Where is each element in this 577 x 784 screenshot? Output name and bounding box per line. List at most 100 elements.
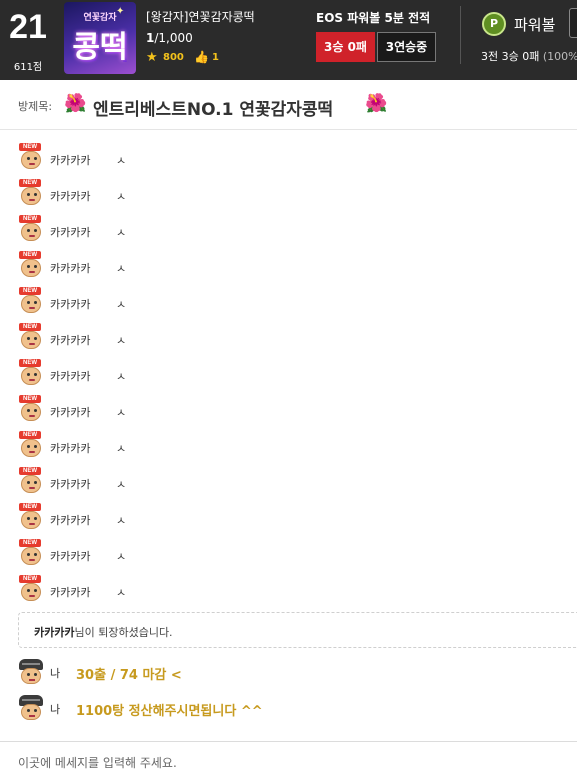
new-badge: NEW [19,431,41,439]
sparkle-icon: ✦ [116,6,125,17]
user-nick[interactable]: 카카카카 [50,188,90,204]
user-avatar[interactable]: NEW [18,539,44,566]
new-badge: NEW [19,539,41,547]
rank-number: 21 [9,8,47,46]
user-avatar[interactable]: NEW [18,287,44,314]
powerball-rate: (100% [542,50,577,63]
user-nick[interactable]: 카카카카 [50,332,90,348]
user-avatar[interactable]: NEW [18,179,44,206]
exit-notice-text: 카카카카님이 퇴장하셨습니다. [34,624,173,640]
user-avatar[interactable]: NEW [18,251,44,278]
new-badge: NEW [19,503,41,511]
new-badge: NEW [19,287,41,295]
user-avatar[interactable]: NEW [18,143,44,170]
exit-nick: 카카카카 [34,626,75,639]
message-text: ㅅ [116,550,127,563]
message-text: ㅅ [116,154,127,167]
my-message-text: 30출 / 74 마감 < [76,668,182,683]
powerball-icon: P [482,12,506,36]
chat-message: NEW 카카카카 ㅅ [18,179,577,216]
powerball-label: 파워볼 [514,16,556,34]
message-text: ㅅ [116,406,127,419]
my-chat-message: 나 30출 / 74 마감 < [18,659,577,689]
chat-message: NEW 카카카카 ㅅ [18,503,577,540]
thumbnail-main-text: 콩떡 [72,31,128,64]
user-nick[interactable]: 카카카카 [50,476,90,492]
user-avatar[interactable]: NEW [18,215,44,242]
exit-notice: 카카카카님이 퇴장하셨습니다. [18,612,577,648]
flower-icon: 🌺 [365,93,388,114]
room-header: 21 611점 연꽃감자 콩떡 ✦ [왕감자]연꽃감자콩떡 1/1,000 ★ … [0,0,577,80]
rank-points: 611점 [13,62,43,73]
user-avatar[interactable]: NEW [18,359,44,386]
message-text: ㅅ [116,586,127,599]
new-badge: NEW [19,575,41,583]
chat-message: NEW 카카카카 ㅅ [18,323,577,360]
message-text: ㅅ [116,442,127,455]
new-badge: NEW [19,467,41,475]
chat-message-partial [18,130,577,136]
exit-suffix: 님이 퇴장하셨습니다. [74,626,173,639]
chat-message: NEW 카카카카 ㅅ [18,575,577,610]
user-nick[interactable]: 카카카카 [50,260,90,276]
new-badge: NEW [19,395,41,403]
win-streak-badge: 3연승중 [377,32,436,62]
user-nick[interactable]: 카카카카 [50,368,90,384]
powerball-record: 3전 3승 0패 (100% [481,48,577,64]
powerball-record-text: 3전 3승 0패 [481,50,540,63]
new-badge: NEW [19,323,41,331]
star-count: 800 [163,52,184,63]
message-text: ㅅ [116,334,127,347]
user-nick[interactable]: 카카카카 [50,152,90,168]
powerball-select[interactable] [569,8,577,38]
chat-list[interactable]: NEW 카카카카 ㅅ NEW 카카카카 ㅅ NEW 카카카카 ㅅ NEW 카카카카 ㅅ NEW 카카카카 ㅅ… [0,130,577,610]
chat-message: NEW 카카카카 ㅅ [18,251,577,288]
my-avatar[interactable] [18,659,44,685]
user-nick[interactable]: 카카카카 [50,548,90,564]
chat-message: NEW 카카카카 ㅅ [18,467,577,504]
stat-title: EOS 파워볼 5분 전적 [316,11,431,25]
room-name: [왕감자]연꽃감자콩떡 [146,10,255,24]
new-badge: NEW [19,179,41,187]
my-message-text: 1100탕 정산해주시면됩니다 ^^ [76,704,263,719]
participants-max: /1,000 [154,31,193,45]
thumbs-up-icon: 👍 [194,50,209,64]
user-avatar[interactable]: NEW [18,323,44,350]
new-badge: NEW [19,251,41,259]
chat-input[interactable] [0,742,577,784]
new-badge: NEW [19,143,41,151]
user-nick[interactable]: 카카카카 [50,512,90,528]
user-avatar[interactable]: NEW [18,431,44,458]
user-nick[interactable]: 카카카카 [50,296,90,312]
flower-icon: 🌺 [64,93,87,114]
user-avatar[interactable]: NEW [18,503,44,530]
chat-message: NEW 카카카카 ㅅ [18,143,577,180]
chat-message: NEW 카카카카 ㅅ [18,287,577,324]
message-text: ㅅ [116,190,127,203]
message-text: ㅅ [116,226,127,239]
my-chat-message: 나 1100탕 정산해주시면됩니다 ^^ [18,695,577,725]
title-label: 방제목: [18,100,53,113]
user-avatar[interactable]: NEW [18,395,44,422]
user-nick[interactable]: 카카카카 [50,584,90,600]
message-text: ㅅ [116,478,127,491]
new-badge: NEW [19,215,41,223]
message-text: ㅅ [116,370,127,383]
chat-message: NEW 카카카카 ㅅ [18,539,577,576]
my-avatar[interactable] [18,695,44,721]
chat-input-bar [0,741,577,784]
header-divider [460,6,461,64]
chat-message: NEW 카카카카 ㅅ [18,431,577,468]
new-badge: NEW [19,359,41,367]
win-loss-badge: 3승 0패 [316,32,375,62]
user-nick[interactable]: 카카카카 [50,440,90,456]
user-nick[interactable]: 카카카카 [50,224,90,240]
user-avatar[interactable]: NEW [18,467,44,494]
user-avatar[interactable]: NEW [18,575,44,602]
like-count: 1 [212,52,219,63]
chat-message: NEW 카카카카 ㅅ [18,215,577,252]
room-title: 엔트리베스트NO.1 연꽃감자콩떡 [93,100,334,120]
user-nick[interactable]: 카카카카 [50,404,90,420]
room-thumbnail[interactable]: 연꽃감자 콩떡 ✦ [64,2,136,74]
message-text: ㅅ [116,514,127,527]
